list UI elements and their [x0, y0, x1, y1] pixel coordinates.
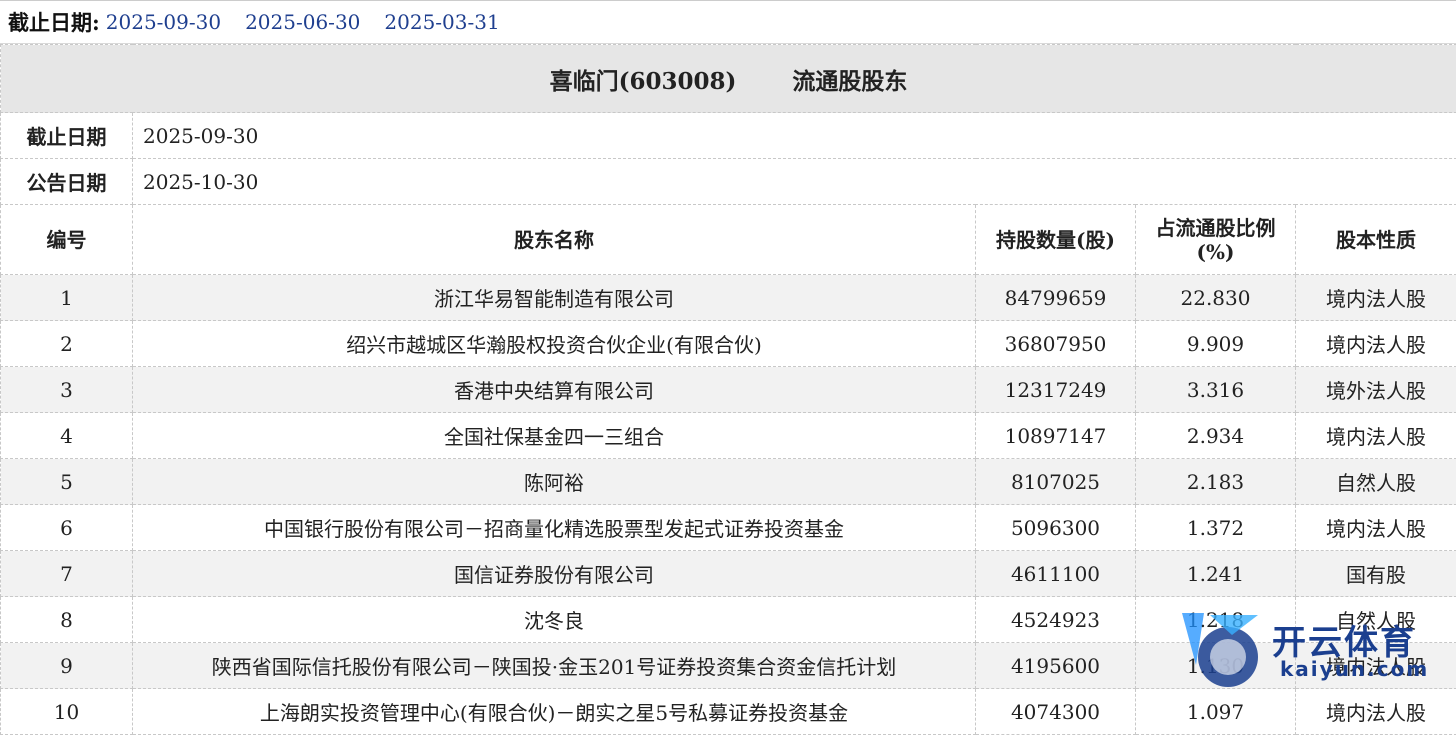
- table-body: 1浙江华易智能制造有限公司8479965922.830境内法人股2绍兴市越城区华…: [1, 275, 1456, 735]
- cell-no: 6: [1, 505, 133, 551]
- section-name: 流通股股东: [792, 68, 907, 95]
- table-row: 3香港中央结算有限公司123172493.316境外法人股: [1, 367, 1456, 413]
- page-title: 喜临门(603008) 流通股股东: [1, 45, 1456, 113]
- date-link-3[interactable]: 2025-03-31: [384, 10, 499, 34]
- header-name: 股东名称: [133, 205, 976, 275]
- announce-date-label: 公告日期: [1, 159, 133, 205]
- cell-no: 8: [1, 597, 133, 643]
- cell-name: 全国社保基金四一三组合: [133, 413, 976, 459]
- title-row: 喜临门(603008) 流通股股东: [1, 45, 1456, 113]
- cell-ratio: 2.934: [1136, 413, 1296, 459]
- cell-shares: 4524923: [976, 597, 1136, 643]
- cell-name: 陈阿裕: [133, 459, 976, 505]
- announce-date-value: 2025-10-30: [133, 159, 1456, 205]
- cell-type: 自然人股: [1296, 597, 1456, 643]
- cell-no: 4: [1, 413, 133, 459]
- table-row: 8沈冬良45249231.218自然人股: [1, 597, 1456, 643]
- cell-ratio: 1.372: [1136, 505, 1296, 551]
- cell-ratio: 1.097: [1136, 689, 1296, 735]
- cell-shares: 4611100: [976, 551, 1136, 597]
- cell-shares: 8107025: [976, 459, 1136, 505]
- header-ratio: 占流通股比例(%): [1136, 205, 1296, 275]
- cell-name: 中国银行股份有限公司－招商量化精选股票型发起式证券投资基金: [133, 505, 976, 551]
- cell-name: 陕西省国际信托股份有限公司－陕国投·金玉201号证券投资集合资金信托计划: [133, 643, 976, 689]
- cell-shares: 36807950: [976, 321, 1136, 367]
- cell-no: 5: [1, 459, 133, 505]
- cell-no: 10: [1, 689, 133, 735]
- table-row: 7国信证券股份有限公司46111001.241国有股: [1, 551, 1456, 597]
- cell-no: 9: [1, 643, 133, 689]
- table-row: 9陕西省国际信托股份有限公司－陕国投·金玉201号证券投资集合资金信托计划419…: [1, 643, 1456, 689]
- header-no: 编号: [1, 205, 133, 275]
- end-date-label: 截止日期: [1, 113, 133, 159]
- cell-ratio: 2.183: [1136, 459, 1296, 505]
- date-filter-bar: 截止日期: 2025-09-30 2025-06-30 2025-03-31: [0, 0, 1456, 44]
- filter-label: 截止日期:: [8, 7, 100, 37]
- cell-ratio: 1.130: [1136, 643, 1296, 689]
- cell-type: 境外法人股: [1296, 367, 1456, 413]
- cell-type: 境内法人股: [1296, 505, 1456, 551]
- cell-shares: 5096300: [976, 505, 1136, 551]
- cell-no: 2: [1, 321, 133, 367]
- cell-shares: 4074300: [976, 689, 1136, 735]
- cell-type: 境内法人股: [1296, 413, 1456, 459]
- cell-type: 境内法人股: [1296, 275, 1456, 321]
- table-row: 1浙江华易智能制造有限公司8479965922.830境内法人股: [1, 275, 1456, 321]
- table-header: 编号 股东名称 持股数量(股) 占流通股比例(%) 股本性质: [1, 205, 1456, 275]
- cell-shares: 12317249: [976, 367, 1136, 413]
- date-link-2[interactable]: 2025-06-30: [245, 10, 360, 34]
- cell-shares: 4195600: [976, 643, 1136, 689]
- cell-no: 1: [1, 275, 133, 321]
- cell-name: 上海朗实投资管理中心(有限合伙)－朗实之星5号私募证券投资基金: [133, 689, 976, 735]
- cell-name: 国信证券股份有限公司: [133, 551, 976, 597]
- cell-name: 香港中央结算有限公司: [133, 367, 976, 413]
- cell-shares: 84799659: [976, 275, 1136, 321]
- cell-name: 沈冬良: [133, 597, 976, 643]
- header-type: 股本性质: [1296, 205, 1456, 275]
- cell-ratio: 1.241: [1136, 551, 1296, 597]
- cell-ratio: 1.218: [1136, 597, 1296, 643]
- cell-type: 境内法人股: [1296, 689, 1456, 735]
- cell-shares: 10897147: [976, 413, 1136, 459]
- cell-type: 国有股: [1296, 551, 1456, 597]
- announce-date-row: 公告日期 2025-10-30: [1, 159, 1456, 205]
- shareholder-table: 喜临门(603008) 流通股股东 截止日期 2025-09-30 公告日期 20…: [0, 44, 1456, 735]
- table-row: 6中国银行股份有限公司－招商量化精选股票型发起式证券投资基金50963001.3…: [1, 505, 1456, 551]
- cell-no: 3: [1, 367, 133, 413]
- cell-type: 境内法人股: [1296, 643, 1456, 689]
- cell-ratio: 3.316: [1136, 367, 1296, 413]
- date-link-1[interactable]: 2025-09-30: [106, 10, 221, 34]
- table-row: 10上海朗实投资管理中心(有限合伙)－朗实之星5号私募证券投资基金4074300…: [1, 689, 1456, 735]
- cell-type: 境内法人股: [1296, 321, 1456, 367]
- cell-name: 浙江华易智能制造有限公司: [133, 275, 976, 321]
- cell-ratio: 22.830: [1136, 275, 1296, 321]
- table-row: 5陈阿裕81070252.183自然人股: [1, 459, 1456, 505]
- cell-no: 7: [1, 551, 133, 597]
- cell-ratio: 9.909: [1136, 321, 1296, 367]
- end-date-row: 截止日期 2025-09-30: [1, 113, 1456, 159]
- table-row: 4全国社保基金四一三组合108971472.934境内法人股: [1, 413, 1456, 459]
- table-row: 2绍兴市越城区华瀚股权投资合伙企业(有限合伙)368079509.909境内法人…: [1, 321, 1456, 367]
- end-date-value: 2025-09-30: [133, 113, 1456, 159]
- cell-name: 绍兴市越城区华瀚股权投资合伙企业(有限合伙): [133, 321, 976, 367]
- header-shares: 持股数量(股): [976, 205, 1136, 275]
- company-name: 喜临门(603008): [550, 68, 737, 95]
- cell-type: 自然人股: [1296, 459, 1456, 505]
